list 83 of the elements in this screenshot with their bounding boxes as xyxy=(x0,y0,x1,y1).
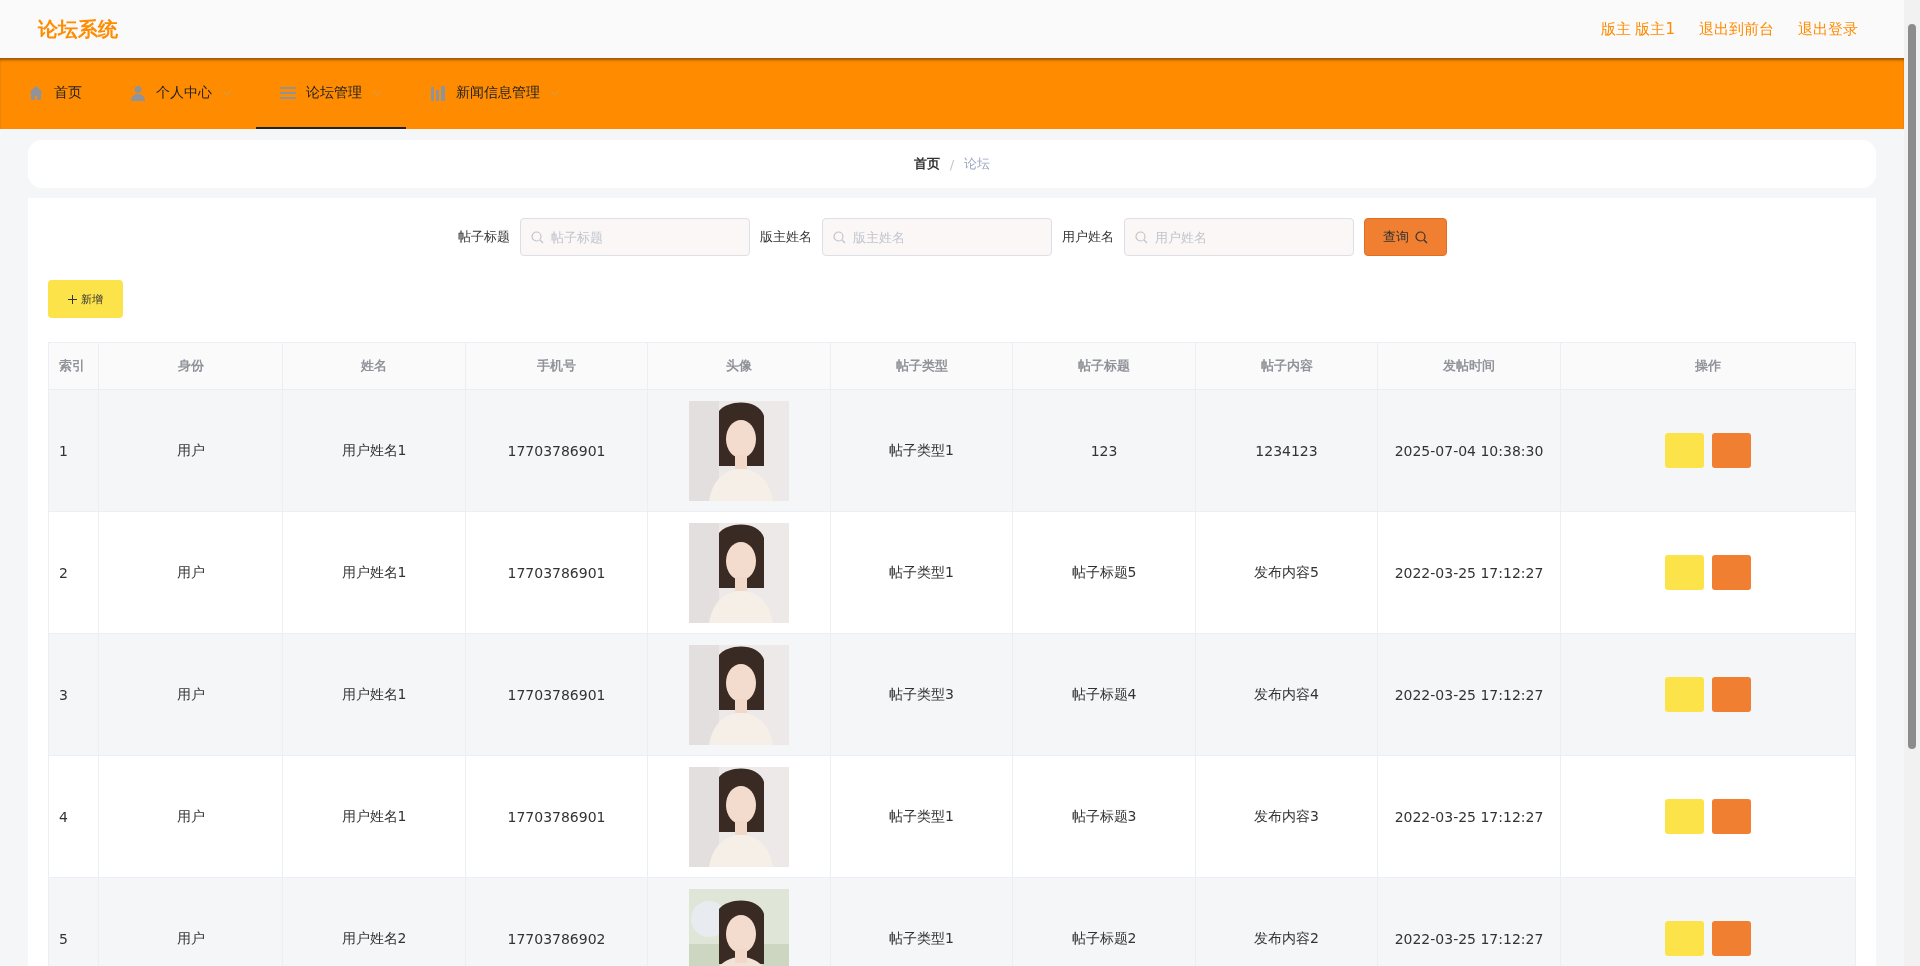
column-header: 索引 xyxy=(48,342,99,390)
add-button[interactable]: 新增 xyxy=(48,280,123,318)
field-label: 版主姓名 xyxy=(759,228,812,246)
plus-icon xyxy=(68,294,77,304)
user-icon xyxy=(130,84,146,101)
table-cell: 17703786901 xyxy=(465,511,648,634)
table-cell: 帖子标题3 xyxy=(1012,755,1196,878)
action-button[interactable] xyxy=(1665,799,1704,834)
search-button[interactable]: 查询 xyxy=(1363,218,1447,256)
table-cell: 帖子类型3 xyxy=(830,633,1013,756)
column-header: 姓名 xyxy=(282,342,466,390)
table-cell: 用户姓名2 xyxy=(282,877,466,966)
column-header: 发帖时间 xyxy=(1377,342,1561,390)
table-cell: 用户姓名1 xyxy=(282,755,466,878)
column-header: 操作 xyxy=(1560,342,1856,390)
search-icon xyxy=(1134,231,1148,244)
table-cell: 2022-03-25 17:12:27 xyxy=(1377,877,1561,966)
column-header: 帖子内容 xyxy=(1195,342,1378,390)
table-cell: 用户 xyxy=(98,755,283,878)
breadcrumb-item: 论坛 xyxy=(964,155,991,173)
column-header: 头像 xyxy=(647,342,831,390)
table-cell: 帖子类型1 xyxy=(830,877,1013,966)
table-cell: 用户 xyxy=(98,633,283,756)
scrollbar[interactable] xyxy=(1904,0,1920,966)
table-cell: 用户 xyxy=(98,389,283,512)
table-cell: 17703786901 xyxy=(465,389,648,512)
nav-tab[interactable]: 新闻信息管理 xyxy=(406,58,584,129)
table-cell: 2022-03-25 17:12:27 xyxy=(1377,511,1561,634)
table-cell: 发布内容3 xyxy=(1195,755,1378,878)
column-header: 帖子标题 xyxy=(1012,342,1196,390)
table-cell: 2022-03-25 17:12:27 xyxy=(1377,755,1561,878)
table-cell: 用户姓名1 xyxy=(282,511,466,634)
app-title: 论坛系统 xyxy=(38,15,118,43)
field-label: 帖子标题 xyxy=(457,228,510,246)
nav-tab[interactable]: 论坛管理 xyxy=(256,58,406,129)
table-cell: 帖子标题4 xyxy=(1012,633,1196,756)
table-cell: 2022-03-25 17:12:27 xyxy=(1377,633,1561,756)
action-button[interactable] xyxy=(1712,677,1751,712)
nav-tab[interactable]: 首页 xyxy=(4,58,106,129)
action-button[interactable] xyxy=(1712,799,1751,834)
action-button[interactable] xyxy=(1665,921,1704,956)
table-cell: 帖子类型1 xyxy=(830,511,1013,634)
search-icon xyxy=(1414,230,1428,244)
action-button[interactable] xyxy=(1712,555,1751,590)
table-cell: 2025-07-04 10:38:30 xyxy=(1377,389,1561,512)
action-button[interactable] xyxy=(1665,555,1704,590)
table-cell: 17703786901 xyxy=(465,755,648,878)
table-cell: 3 xyxy=(48,633,99,756)
table-cell: 用户姓名1 xyxy=(282,389,466,512)
menu-icon xyxy=(280,85,296,100)
search-icon xyxy=(530,231,544,244)
table-cell: 帖子类型1 xyxy=(830,755,1013,878)
action-button[interactable] xyxy=(1665,677,1704,712)
column-header: 身份 xyxy=(98,342,283,390)
action-button[interactable] xyxy=(1665,433,1704,468)
table-cell: 1234123 xyxy=(1195,389,1378,512)
home-icon xyxy=(28,84,44,101)
column-header: 手机号 xyxy=(465,342,648,390)
breadcrumb-item[interactable]: 首页 xyxy=(913,155,940,173)
table-cell: 帖子标题5 xyxy=(1012,511,1196,634)
action-button[interactable] xyxy=(1712,921,1751,956)
table-cell: 1 xyxy=(48,389,99,512)
table-cell: 发布内容2 xyxy=(1195,877,1378,966)
table-cell: 发布内容4 xyxy=(1195,633,1378,756)
breadcrumb-separator: / xyxy=(949,156,955,172)
action-button[interactable] xyxy=(1712,433,1751,468)
table-cell: 123 xyxy=(1012,389,1196,512)
table-cell: 用户 xyxy=(98,877,283,966)
column-header: 帖子类型 xyxy=(830,342,1013,390)
search-icon xyxy=(832,231,846,244)
table-cell: 用户 xyxy=(98,511,283,634)
table-cell: 17703786901 xyxy=(465,633,648,756)
table-cell: 用户姓名1 xyxy=(282,633,466,756)
table-cell: 17703786902 xyxy=(465,877,648,966)
chart-icon xyxy=(430,84,446,101)
field-label: 用户姓名 xyxy=(1061,228,1114,246)
table-cell: 帖子标题2 xyxy=(1012,877,1196,966)
table-cell: 4 xyxy=(48,755,99,878)
table-cell: 发布内容5 xyxy=(1195,511,1378,634)
nav-tab[interactable]: 个人中心 xyxy=(106,58,256,129)
table-cell: 2 xyxy=(48,511,99,634)
table-cell: 5 xyxy=(48,877,99,966)
table-cell: 帖子类型1 xyxy=(830,389,1013,512)
